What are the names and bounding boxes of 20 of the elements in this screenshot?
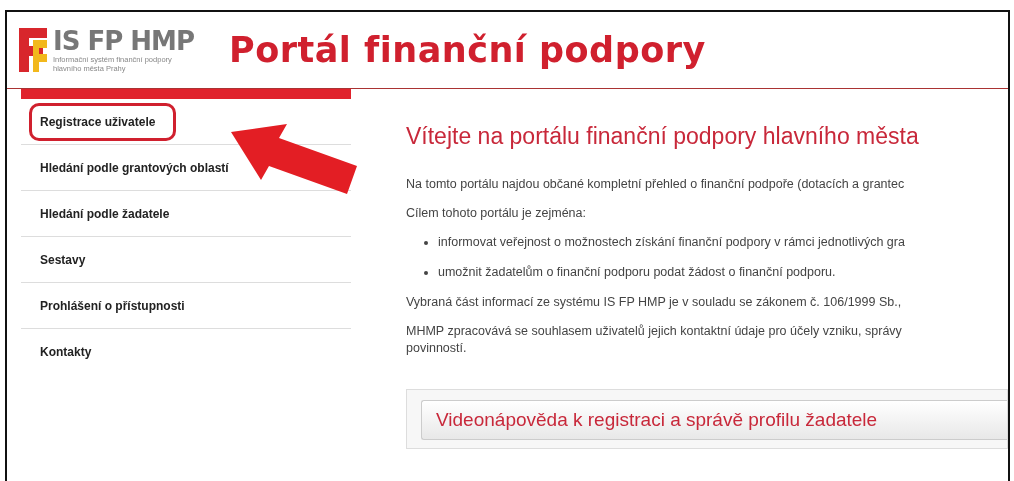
sidebar-link[interactable]: Hledání podle grantových oblastí [29,148,250,187]
sidebar-link[interactable]: Hledání podle žadatele [29,194,191,233]
bullet-text: informovat veřejnost o možnostech získání finanční podpory v rámci jednotlivých gra [438,234,905,251]
sidebar-link[interactable]: Sestavy [29,240,107,279]
paragraph-text: MHMP zpracovává se souhlasem uživatelů jejich kontaktní údaje pro účely vzniku, správy povinností. [406,323,903,357]
logo-title: IS FP HMP [53,27,194,55]
sidebar-link[interactable]: Registrace uživatele [29,102,177,141]
welcome-heading: Vítejte na portálu finanční podpory hlavního města [406,123,920,150]
paragraph-text: Cílem tohoto portálu je zejména: [406,205,587,222]
sidebar-link[interactable]: Kontakty [29,332,113,371]
logo-icon [19,28,47,72]
paragraph-text: Vybraná část informací ze systému IS FP HMP je v souladu se zákonem č. 106/1999 Sb., [406,294,903,311]
sidebar-link[interactable]: Prohlášení o přístupnosti [29,286,206,325]
bullet-icon [424,240,428,245]
portal-title: Portál finanční podpory [229,30,706,70]
bullet-icon [424,270,428,275]
paragraph-text: Na tomto portálu najdou občané kompletní přehled o finanční podpoře (dotacích a grantec [406,176,906,193]
pointer-arrow-icon [229,122,359,197]
bullet-text: umožnit žadatelům o finanční podporu podat žádost o finanční podporu. [438,264,836,281]
video-help-button[interactable]: Videonápověda k registraci a správě profilu žadatele [421,400,1007,440]
